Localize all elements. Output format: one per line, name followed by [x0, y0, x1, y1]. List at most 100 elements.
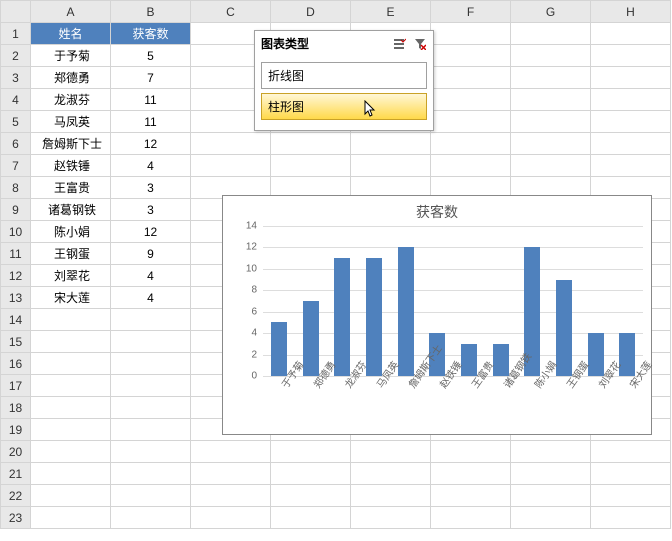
cell-B6[interactable]: 12: [111, 133, 191, 155]
cell-B4[interactable]: 11: [111, 89, 191, 111]
cell-B1[interactable]: 获客数: [111, 23, 191, 45]
cell-F7[interactable]: [431, 155, 511, 177]
row-header[interactable]: 20: [1, 441, 31, 463]
row-header[interactable]: 12: [1, 265, 31, 287]
row-header[interactable]: 23: [1, 507, 31, 529]
cell-A19[interactable]: [31, 419, 111, 441]
row-header[interactable]: 13: [1, 287, 31, 309]
cell-F4[interactable]: [431, 89, 511, 111]
cell-B17[interactable]: [111, 375, 191, 397]
cell-A18[interactable]: [31, 397, 111, 419]
cell-G20[interactable]: [511, 441, 591, 463]
cell-A11[interactable]: 王钢蛋: [31, 243, 111, 265]
cell-B7[interactable]: 4: [111, 155, 191, 177]
col-header-C[interactable]: C: [191, 1, 271, 23]
col-header-E[interactable]: E: [351, 1, 431, 23]
cell-H1[interactable]: [591, 23, 671, 45]
cell-B2[interactable]: 5: [111, 45, 191, 67]
cell-D20[interactable]: [271, 441, 351, 463]
cell-F1[interactable]: [431, 23, 511, 45]
cell-A14[interactable]: [31, 309, 111, 331]
cell-D7[interactable]: [271, 155, 351, 177]
cell-G1[interactable]: [511, 23, 591, 45]
cell-G2[interactable]: [511, 45, 591, 67]
cell-C7[interactable]: [191, 155, 271, 177]
row-header[interactable]: 21: [1, 463, 31, 485]
cell-H5[interactable]: [591, 111, 671, 133]
row-header[interactable]: 2: [1, 45, 31, 67]
cell-A2[interactable]: 于予菊: [31, 45, 111, 67]
cell-B5[interactable]: 11: [111, 111, 191, 133]
row-header[interactable]: 6: [1, 133, 31, 155]
cell-D23[interactable]: [271, 507, 351, 529]
cell-B15[interactable]: [111, 331, 191, 353]
col-header-F[interactable]: F: [431, 1, 511, 23]
chart-container[interactable]: 获客数 02468101214 于予菊郑德勇龙淑芬马凤英詹姆斯下士赵铁锤王富贵诸…: [222, 195, 652, 435]
cell-H6[interactable]: [591, 133, 671, 155]
cell-E21[interactable]: [351, 463, 431, 485]
row-header[interactable]: 10: [1, 221, 31, 243]
cell-A7[interactable]: 赵铁锤: [31, 155, 111, 177]
cell-D6[interactable]: [271, 133, 351, 155]
cell-A20[interactable]: [31, 441, 111, 463]
row-header[interactable]: 18: [1, 397, 31, 419]
cell-G5[interactable]: [511, 111, 591, 133]
cell-C6[interactable]: [191, 133, 271, 155]
row-header[interactable]: 16: [1, 353, 31, 375]
cell-G4[interactable]: [511, 89, 591, 111]
select-all-cell[interactable]: [1, 1, 31, 23]
row-header[interactable]: 19: [1, 419, 31, 441]
cell-H21[interactable]: [591, 463, 671, 485]
row-header[interactable]: 1: [1, 23, 31, 45]
cell-A4[interactable]: 龙淑芬: [31, 89, 111, 111]
cell-F5[interactable]: [431, 111, 511, 133]
cell-E7[interactable]: [351, 155, 431, 177]
cell-B10[interactable]: 12: [111, 221, 191, 243]
cell-G7[interactable]: [511, 155, 591, 177]
cell-A17[interactable]: [31, 375, 111, 397]
multiselect-icon[interactable]: [393, 37, 407, 51]
slicer-item-0[interactable]: 折线图: [261, 62, 427, 89]
cell-B20[interactable]: [111, 441, 191, 463]
cell-A23[interactable]: [31, 507, 111, 529]
row-header[interactable]: 14: [1, 309, 31, 331]
cell-B23[interactable]: [111, 507, 191, 529]
cell-G23[interactable]: [511, 507, 591, 529]
col-header-H[interactable]: H: [591, 1, 671, 23]
row-header[interactable]: 5: [1, 111, 31, 133]
clear-filter-icon[interactable]: [413, 37, 427, 51]
cell-B14[interactable]: [111, 309, 191, 331]
cell-H2[interactable]: [591, 45, 671, 67]
cell-H4[interactable]: [591, 89, 671, 111]
cell-E20[interactable]: [351, 441, 431, 463]
cell-G6[interactable]: [511, 133, 591, 155]
cell-H3[interactable]: [591, 67, 671, 89]
cell-B3[interactable]: 7: [111, 67, 191, 89]
cell-H23[interactable]: [591, 507, 671, 529]
cell-H7[interactable]: [591, 155, 671, 177]
cell-A8[interactable]: 王富贵: [31, 177, 111, 199]
cell-E6[interactable]: [351, 133, 431, 155]
cell-B19[interactable]: [111, 419, 191, 441]
cell-D22[interactable]: [271, 485, 351, 507]
cell-A12[interactable]: 刘翠花: [31, 265, 111, 287]
cell-F6[interactable]: [431, 133, 511, 155]
row-header[interactable]: 8: [1, 177, 31, 199]
row-header[interactable]: 11: [1, 243, 31, 265]
col-header-G[interactable]: G: [511, 1, 591, 23]
cell-B18[interactable]: [111, 397, 191, 419]
cell-H22[interactable]: [591, 485, 671, 507]
row-header[interactable]: 15: [1, 331, 31, 353]
cell-A21[interactable]: [31, 463, 111, 485]
cell-C22[interactable]: [191, 485, 271, 507]
cell-F20[interactable]: [431, 441, 511, 463]
cell-E22[interactable]: [351, 485, 431, 507]
row-header[interactable]: 7: [1, 155, 31, 177]
cell-A1[interactable]: 姓名: [31, 23, 111, 45]
cell-B9[interactable]: 3: [111, 199, 191, 221]
cell-F23[interactable]: [431, 507, 511, 529]
cell-B22[interactable]: [111, 485, 191, 507]
cell-A16[interactable]: [31, 353, 111, 375]
cell-C23[interactable]: [191, 507, 271, 529]
cell-G3[interactable]: [511, 67, 591, 89]
